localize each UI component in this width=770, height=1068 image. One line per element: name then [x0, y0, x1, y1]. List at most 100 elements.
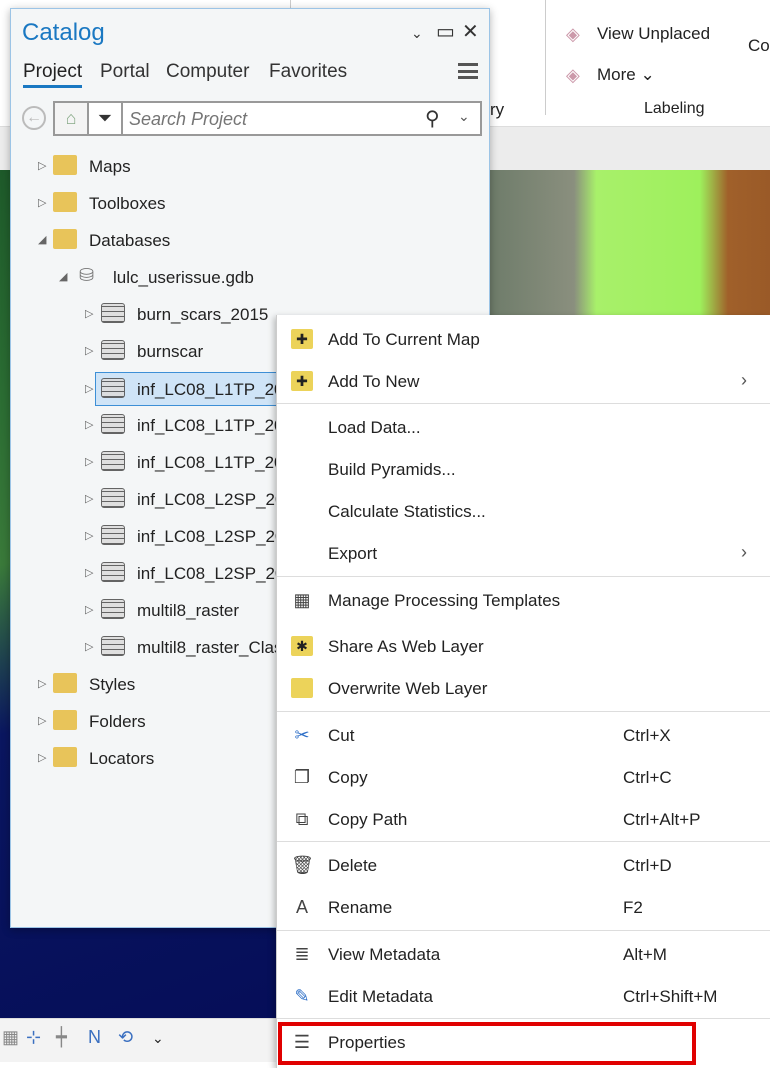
- menu-item-calculate-statistics[interactable]: Calculate Statistics...: [277, 491, 770, 531]
- tree-item-label: inf_LC08_L1TP_201: [137, 380, 293, 399]
- tree-item-label: inf_LC08_L1TP_201: [137, 416, 293, 435]
- folder-icon: [53, 229, 77, 249]
- expand-arrow-icon[interactable]: ▷: [38, 677, 46, 690]
- chevron-down-icon[interactable]: ⌄: [458, 108, 470, 125]
- search-input[interactable]: [129, 107, 409, 131]
- hamburger-menu-icon[interactable]: [458, 63, 478, 79]
- guides-icon[interactable]: ┿: [56, 1027, 67, 1048]
- menu-item-export[interactable]: Export ›: [277, 533, 770, 573]
- map-toolbar: ▦ ⊹ ┿ N ⟲ ⌄: [0, 1018, 276, 1062]
- tab-project[interactable]: Project: [23, 61, 83, 88]
- menu-item-share-as-web-layer[interactable]: ✱ Share As Web Layer: [277, 626, 770, 666]
- close-icon[interactable]: ✕: [462, 19, 479, 44]
- topology-icon[interactable]: ⟲: [118, 1027, 133, 1048]
- ribbon-partial-button[interactable]: Co: [748, 36, 770, 56]
- tree-item[interactable]: ▷ inf_LC08_L1TP_201: [85, 372, 295, 406]
- ribbon-group-label: ry: [490, 100, 505, 119]
- view-unplaced-button[interactable]: View Unplaced: [597, 24, 710, 44]
- processing-templates-icon: ▦: [293, 590, 311, 610]
- menu-item-delete[interactable]: 🗑 Delete Ctrl+D: [277, 845, 770, 885]
- raster-icon: [101, 340, 125, 360]
- expand-arrow-icon[interactable]: ▷: [85, 640, 93, 653]
- menu-item-copy-path[interactable]: ⧉ Copy Path Ctrl+Alt+P: [277, 799, 770, 839]
- expand-arrow-icon[interactable]: ▷: [85, 307, 93, 320]
- tree-item-label: multil8_raster_Clas: [137, 638, 283, 657]
- tree-item[interactable]: ◢ Databases: [11, 224, 481, 258]
- menu-item-manage-processing-templates[interactable]: ▦ Manage Processing Templates: [277, 580, 770, 620]
- menu-item-build-pyramids[interactable]: Build Pyramids...: [277, 449, 770, 489]
- tree-item-label: Databases: [89, 231, 171, 250]
- search-icon[interactable]: ⚲: [425, 106, 440, 131]
- menu-item-copy[interactable]: ❐ Copy Ctrl+C: [277, 757, 770, 797]
- collapse-arrow-icon[interactable]: ◢: [38, 233, 46, 246]
- menu-item-add-to-current-map[interactable]: ✚ Add To Current Map: [277, 319, 770, 359]
- menu-item-shortcut: Ctrl+C: [623, 768, 672, 787]
- menu-item-cut[interactable]: ✂ Cut Ctrl+X: [277, 715, 770, 755]
- menu-separator: [277, 1018, 770, 1019]
- expand-arrow-icon[interactable]: ▷: [85, 344, 93, 357]
- tab-favorites[interactable]: Favorites: [269, 61, 347, 83]
- raster-icon: [101, 525, 125, 545]
- expand-arrow-icon[interactable]: ▷: [85, 382, 93, 395]
- tree-item-label: Maps: [89, 157, 131, 176]
- expand-arrow-icon[interactable]: ▷: [85, 566, 93, 579]
- menu-item-label: Edit Metadata: [328, 987, 433, 1006]
- expand-arrow-icon[interactable]: ▷: [85, 418, 93, 431]
- copy-icon: ❐: [293, 767, 311, 787]
- menu-item-load-data[interactable]: Load Data...: [277, 407, 770, 447]
- more-label: More: [597, 65, 636, 84]
- menu-item-label: Export: [328, 544, 378, 563]
- tab-portal[interactable]: Portal: [100, 61, 150, 83]
- expand-arrow-icon[interactable]: ▷: [85, 455, 93, 468]
- menu-item-rename[interactable]: A Rename F2: [277, 887, 770, 927]
- properties-highlight-box: [278, 1022, 696, 1065]
- expand-arrow-icon[interactable]: ▷: [38, 196, 46, 209]
- expand-arrow-icon[interactable]: ▷: [85, 603, 93, 616]
- menu-item-shortcut: Ctrl+D: [623, 856, 672, 875]
- tree-item-label: inf_LC08_L2SP_20: [137, 564, 285, 583]
- collapse-arrow-icon[interactable]: ◢: [59, 270, 67, 283]
- expand-arrow-icon[interactable]: ▷: [38, 751, 46, 764]
- grid-icon[interactable]: ▦: [2, 1027, 19, 1048]
- folder-icon: [53, 673, 77, 693]
- tab-computer[interactable]: Computer: [166, 61, 249, 83]
- tree-item-label: inf_LC08_L2SP_20: [137, 527, 285, 546]
- home-icon[interactable]: ⌂: [55, 103, 89, 134]
- menu-item-edit-metadata[interactable]: ✎ Edit Metadata Ctrl+Shift+M: [277, 976, 770, 1016]
- trash-icon: 🗑: [291, 855, 314, 875]
- menu-separator: [277, 403, 770, 404]
- expand-arrow-icon[interactable]: ▷: [85, 492, 93, 505]
- raster-icon: [101, 599, 125, 619]
- raster-icon: [101, 636, 125, 656]
- menu-item-shortcut: Ctrl+Alt+P: [623, 810, 701, 829]
- chevron-down-icon[interactable]: ⌄: [411, 25, 423, 42]
- chevron-right-icon: ›: [741, 542, 747, 562]
- expand-arrow-icon[interactable]: ▷: [38, 714, 46, 727]
- tree-item[interactable]: ◢ ⛁ lulc_userissue.gdb: [11, 261, 481, 295]
- tree-item-label: lulc_userissue.gdb: [113, 268, 254, 287]
- back-arrow-icon[interactable]: ←: [22, 106, 46, 130]
- maximize-icon[interactable]: ▭: [436, 19, 455, 44]
- overwrite-icon: [291, 678, 313, 698]
- menu-item-add-to-new[interactable]: ✚ Add To New ›: [277, 361, 770, 401]
- menu-item-overwrite-web-layer[interactable]: Overwrite Web Layer: [277, 668, 770, 708]
- snapping-icon[interactable]: ⊹: [26, 1027, 41, 1048]
- north-arrow-icon[interactable]: N: [88, 1027, 101, 1048]
- tree-item[interactable]: ▷ Maps: [11, 150, 481, 184]
- folder-icon: [53, 710, 77, 730]
- more-button[interactable]: More ⌄: [597, 65, 655, 85]
- map-imagery: [490, 170, 770, 315]
- menu-item-view-metadata[interactable]: ≣ View Metadata Alt+M: [277, 934, 770, 974]
- tree-item[interactable]: ▷ Toolboxes: [11, 187, 481, 221]
- menu-item-shortcut: Ctrl+X: [623, 726, 671, 745]
- raster-icon: [101, 414, 125, 434]
- menu-item-shortcut: Alt+M: [623, 945, 667, 964]
- menu-separator: [277, 930, 770, 931]
- chevron-down-icon[interactable]: ⌄: [152, 1030, 164, 1047]
- folder-icon: [53, 747, 77, 767]
- add-map-icon: ✚: [291, 329, 313, 349]
- expand-arrow-icon[interactable]: ▷: [38, 159, 46, 172]
- expand-arrow-icon[interactable]: ▷: [85, 529, 93, 542]
- filter-icon[interactable]: ⏷: [89, 103, 123, 134]
- menu-item-label: Add To New: [328, 372, 420, 391]
